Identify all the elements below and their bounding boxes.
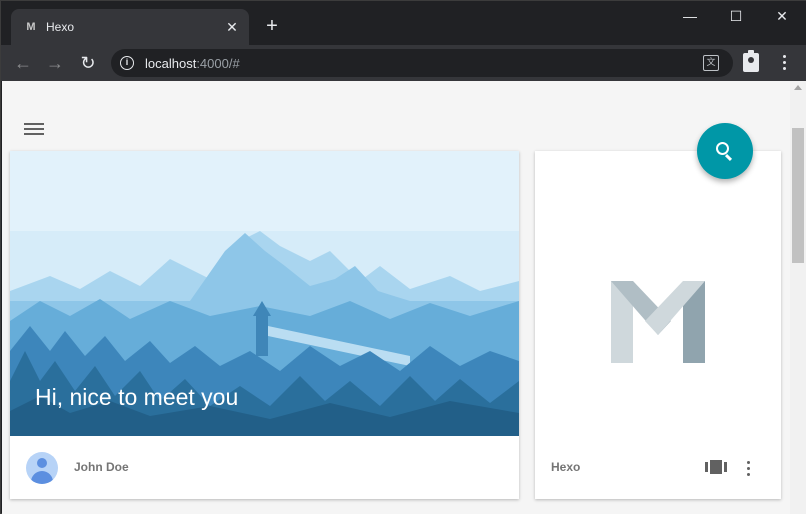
search-button[interactable] bbox=[697, 123, 753, 179]
url-text[interactable]: localhost:4000/# bbox=[145, 56, 240, 71]
info-icon[interactable]: i bbox=[120, 56, 134, 70]
url-path: :4000/# bbox=[196, 56, 240, 71]
maximize-button[interactable]: ☐ bbox=[713, 1, 759, 31]
translate-icon[interactable]: 文 bbox=[703, 55, 719, 71]
forward-icon[interactable]: → bbox=[43, 51, 67, 75]
browser-tab[interactable]: M Hexo ✕ bbox=[11, 9, 249, 45]
avatar[interactable] bbox=[26, 452, 58, 484]
favicon-icon: M bbox=[26, 21, 36, 33]
address-bar[interactable]: i localhost:4000/# 文 bbox=[111, 49, 733, 77]
back-icon[interactable]: ← bbox=[11, 51, 35, 75]
search-icon bbox=[716, 142, 729, 155]
title-bar: M Hexo ✕ + — ☐ ✕ bbox=[1, 1, 806, 45]
browser-window: M Hexo ✕ + — ☐ ✕ ← → ↻ i localhost:4000/… bbox=[0, 0, 806, 514]
minimize-button[interactable]: — bbox=[667, 1, 713, 31]
clipboard-extension-icon[interactable] bbox=[743, 50, 759, 72]
scroll-up-arrow-icon[interactable] bbox=[794, 85, 802, 90]
site-name[interactable]: Hexo bbox=[551, 460, 580, 474]
close-window-button[interactable]: ✕ bbox=[759, 1, 805, 31]
hexo-logo-icon bbox=[611, 281, 705, 363]
scrollbar[interactable] bbox=[790, 81, 806, 514]
reload-icon[interactable]: ↻ bbox=[76, 51, 100, 75]
site-card: Hexo bbox=[535, 151, 781, 499]
carousel-icon[interactable] bbox=[705, 460, 727, 474]
author-name[interactable]: John Doe bbox=[74, 460, 129, 474]
close-tab-icon[interactable]: ✕ bbox=[223, 18, 241, 36]
scroll-thumb[interactable] bbox=[792, 128, 804, 263]
url-host: localhost bbox=[145, 56, 197, 71]
menu-icon[interactable] bbox=[24, 123, 44, 137]
hero-title: Hi, nice to meet you bbox=[35, 384, 239, 410]
hero-image: Hi, nice to meet you bbox=[10, 151, 519, 436]
browser-menu-icon[interactable] bbox=[783, 55, 787, 71]
new-tab-button[interactable]: + bbox=[261, 15, 283, 37]
profile-card: Hi, nice to meet you John Doe bbox=[10, 151, 519, 499]
page-viewport: Hi, nice to meet you John Doe Hexo bbox=[2, 81, 790, 514]
browser-toolbar: ← → ↻ i localhost:4000/# 文 bbox=[1, 45, 806, 81]
more-vert-icon[interactable] bbox=[747, 461, 751, 476]
tab-title: Hexo bbox=[46, 20, 75, 34]
